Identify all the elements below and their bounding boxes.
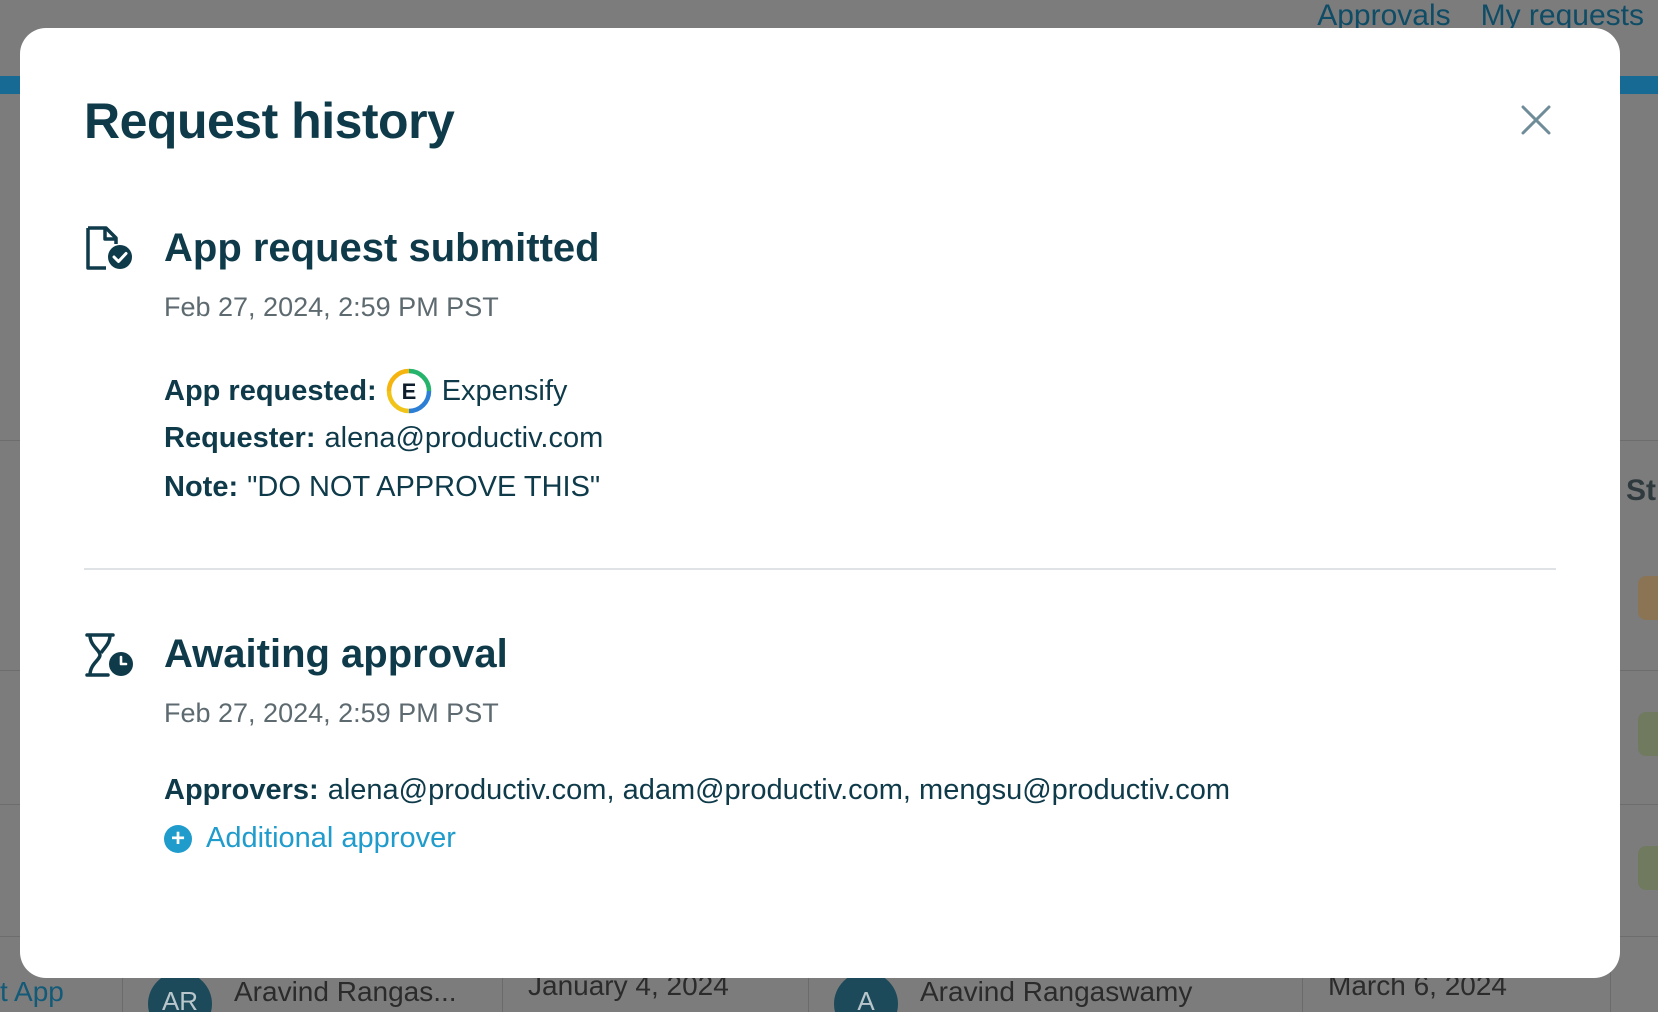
event-divider bbox=[84, 568, 1556, 570]
note-value: "DO NOT APPROVE THIS" bbox=[247, 471, 601, 503]
event-title: Awaiting approval bbox=[164, 632, 508, 676]
note-label: Note: bbox=[164, 471, 239, 503]
modal-title: Request history bbox=[84, 93, 455, 149]
event-timestamp: Feb 27, 2024, 2:59 PM PST bbox=[164, 292, 499, 322]
avatar: A bbox=[834, 972, 898, 1012]
history-event-submitted: App request submitted Feb 27, 2024, 2:59… bbox=[84, 226, 1564, 526]
background-status-badge bbox=[1638, 712, 1658, 756]
approvers-row: Approvers: alena@productiv.com, adam@pro… bbox=[164, 774, 1230, 807]
background-requester-name: Aravind Rangas... bbox=[234, 976, 457, 1007]
app-requested-label: App requested: bbox=[164, 374, 377, 407]
event-title: App request submitted bbox=[164, 226, 600, 270]
expensify-logo-icon: E bbox=[386, 368, 431, 414]
approvers-value: alena@productiv.com, adam@productiv.com,… bbox=[327, 774, 1231, 806]
note-row: Note: "DO NOT APPROVE THIS" bbox=[164, 471, 600, 504]
requester-value: alena@productiv.com bbox=[324, 422, 604, 454]
add-approver-button[interactable]: + Additional approver bbox=[164, 822, 456, 855]
app-requested-row: App requested: E Expensify bbox=[164, 368, 567, 414]
hourglass-clock-icon bbox=[85, 633, 133, 677]
history-event-awaiting-approval: Awaiting approval Feb 27, 2024, 2:59 PM … bbox=[84, 632, 1564, 862]
background-app-link[interactable]: t App bbox=[0, 972, 64, 1012]
app-name: Expensify bbox=[441, 374, 568, 407]
background-requester-cell: AR Aravind Rangas... bbox=[148, 972, 457, 1012]
requester-label: Requester: bbox=[164, 422, 316, 454]
avatar: AR bbox=[148, 972, 212, 1012]
background-table-row: t App AR Aravind Rangas... January 4, 20… bbox=[0, 970, 1658, 1012]
background-status-badge bbox=[1638, 576, 1658, 620]
event-timestamp: Feb 27, 2024, 2:59 PM PST bbox=[164, 698, 499, 728]
request-history-modal: Request history App request submitted Fe… bbox=[20, 28, 1620, 978]
document-check-icon bbox=[86, 226, 132, 270]
background-column-header-partial: St bbox=[1626, 474, 1656, 507]
background-approver-cell: A Aravind Rangaswamy bbox=[834, 972, 1192, 1012]
approvers-label: Approvers: bbox=[164, 774, 319, 806]
expensify-logo-letter: E bbox=[401, 379, 416, 404]
background-status-badge bbox=[1638, 846, 1658, 890]
plus-circle-icon: + bbox=[164, 824, 192, 853]
close-button[interactable] bbox=[1514, 98, 1558, 142]
close-icon bbox=[1521, 105, 1551, 135]
add-approver-label: Additional approver bbox=[206, 822, 456, 854]
requester-row: Requester: alena@productiv.com bbox=[164, 422, 603, 455]
background-approver-name: Aravind Rangaswamy bbox=[920, 976, 1193, 1007]
